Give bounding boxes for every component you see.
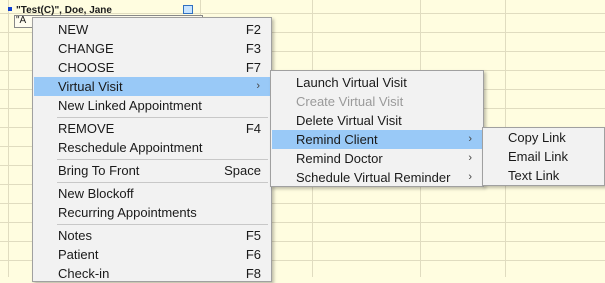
menu-item-label: Recurring Appointments bbox=[58, 205, 197, 220]
menu-item-shortcut: Space bbox=[224, 163, 261, 178]
menu-item-recurring-appointments[interactable]: Recurring Appointments bbox=[34, 203, 270, 222]
chevron-right-icon: › bbox=[256, 80, 260, 92]
menu-item-remind-doctor[interactable]: Remind Doctor › bbox=[272, 149, 482, 168]
context-menu: NEW F2 CHANGE F3 CHOOSE F7 Virtual Visit… bbox=[32, 17, 272, 282]
menu-item-label: Check-in bbox=[58, 266, 110, 281]
menu-item-shortcut: F5 bbox=[245, 228, 261, 243]
menu-separator bbox=[57, 182, 268, 183]
menu-item-launch-virtual-visit[interactable]: Launch Virtual Visit bbox=[272, 73, 482, 92]
menu-item-label: Create Virtual Visit bbox=[296, 94, 404, 109]
menu-separator bbox=[57, 224, 268, 225]
appointment-status-box[interactable] bbox=[183, 5, 193, 14]
menu-separator bbox=[57, 159, 268, 160]
menu-item-label: Bring To Front bbox=[58, 163, 140, 178]
menu-item-copy-link[interactable]: Copy Link bbox=[484, 128, 603, 147]
menu-item-label: REMOVE bbox=[58, 121, 115, 136]
menu-item-schedule-virtual-reminder[interactable]: Schedule Virtual Reminder › bbox=[272, 168, 482, 187]
menu-item-new-blockoff[interactable]: New Blockoff bbox=[34, 184, 270, 203]
appointment-marker bbox=[8, 7, 12, 11]
menu-item-shortcut: F6 bbox=[245, 247, 261, 262]
menu-item-label: Remind Doctor bbox=[296, 151, 383, 166]
menu-item-label: NEW bbox=[58, 22, 89, 37]
menu-item-label: Patient bbox=[58, 247, 99, 262]
menu-item-reschedule-appointment[interactable]: Reschedule Appointment bbox=[34, 138, 270, 157]
menu-item-bring-to-front[interactable]: Bring To Front Space bbox=[34, 161, 270, 180]
menu-item-label: Notes bbox=[58, 228, 92, 243]
menu-item-label: New Blockoff bbox=[58, 186, 134, 201]
appointment-second-line: "A bbox=[16, 15, 27, 26]
menu-item-create-virtual-visit: Create Virtual Visit bbox=[272, 92, 482, 111]
menu-item-label: New Linked Appointment bbox=[58, 98, 202, 113]
menu-item-notes[interactable]: Notes F5 bbox=[34, 226, 270, 245]
chevron-right-icon: › bbox=[468, 133, 472, 145]
menu-item-label: CHOOSE bbox=[58, 60, 115, 75]
menu-item-label: Delete Virtual Visit bbox=[296, 113, 402, 128]
menu-item-remove[interactable]: REMOVE F4 bbox=[34, 119, 270, 138]
menu-item-choose[interactable]: CHOOSE F7 bbox=[34, 58, 270, 77]
menu-item-label: Reschedule Appointment bbox=[58, 140, 203, 155]
menu-item-shortcut: F4 bbox=[245, 121, 261, 136]
menu-item-label: Email Link bbox=[508, 149, 568, 164]
chevron-right-icon: › bbox=[468, 171, 472, 183]
menu-item-label: CHANGE bbox=[58, 41, 114, 56]
menu-item-patient[interactable]: Patient F6 bbox=[34, 245, 270, 264]
menu-item-label: Launch Virtual Visit bbox=[296, 75, 407, 90]
menu-item-label: Schedule Virtual Reminder bbox=[296, 170, 451, 185]
menu-item-shortcut: F3 bbox=[245, 41, 261, 56]
menu-item-label: Text Link bbox=[508, 168, 560, 183]
menu-item-new-linked-appointment[interactable]: New Linked Appointment bbox=[34, 96, 270, 115]
menu-item-shortcut: F2 bbox=[245, 22, 261, 37]
menu-item-text-link[interactable]: Text Link bbox=[484, 166, 603, 185]
menu-item-shortcut: F8 bbox=[245, 266, 261, 281]
menu-item-label: Virtual Visit bbox=[58, 79, 123, 94]
menu-item-email-link[interactable]: Email Link bbox=[484, 147, 603, 166]
menu-item-shortcut: F7 bbox=[245, 60, 261, 75]
menu-item-label: Remind Client bbox=[296, 132, 378, 147]
virtual-visit-submenu: Launch Virtual Visit Create Virtual Visi… bbox=[270, 70, 484, 187]
menu-item-check-in[interactable]: Check-in F8 bbox=[34, 264, 270, 283]
menu-item-change[interactable]: CHANGE F3 bbox=[34, 39, 270, 58]
menu-item-label: Copy Link bbox=[508, 130, 566, 145]
remind-client-submenu: Copy Link Email Link Text Link bbox=[482, 127, 605, 186]
menu-item-virtual-visit[interactable]: Virtual Visit › bbox=[34, 77, 270, 96]
menu-item-new[interactable]: NEW F2 bbox=[34, 20, 270, 39]
menu-item-remind-client[interactable]: Remind Client › bbox=[272, 130, 482, 149]
menu-item-delete-virtual-visit[interactable]: Delete Virtual Visit bbox=[272, 111, 482, 130]
appointment-name: "Test(C)", Doe, Jane bbox=[16, 5, 112, 16]
chevron-right-icon: › bbox=[468, 152, 472, 164]
menu-separator bbox=[57, 117, 268, 118]
